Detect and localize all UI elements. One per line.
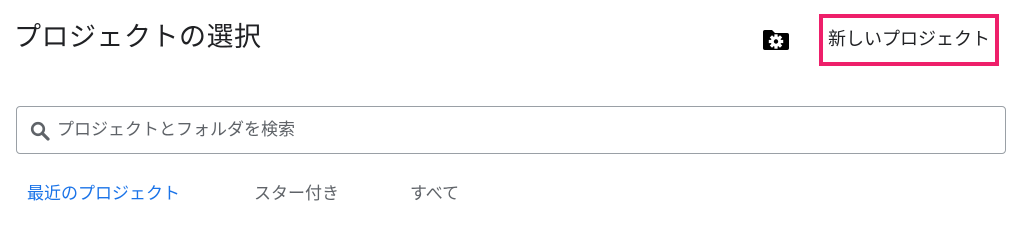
folder-gear-icon[interactable]: [762, 28, 790, 52]
search-input[interactable]: [57, 107, 987, 153]
tab-all[interactable]: すべて: [410, 178, 459, 211]
search-box[interactable]: [16, 106, 1006, 154]
project-tabs: 最近のプロジェクト スター付き すべて: [0, 178, 1024, 211]
search-icon: [29, 120, 51, 142]
select-project-dialog: プロジェクトの選択 新しいプロジェクト プロジェクトとフォルダを検索 最近のプロ…: [0, 0, 1024, 211]
new-project-button[interactable]: 新しいプロジェクト: [819, 14, 999, 66]
dialog-title: プロジェクトの選択: [14, 22, 262, 53]
tab-starred[interactable]: スター付き: [254, 178, 339, 211]
new-project-label: 新しいプロジェクト: [828, 29, 990, 50]
tab-recent-projects[interactable]: 最近のプロジェクト: [27, 178, 180, 211]
